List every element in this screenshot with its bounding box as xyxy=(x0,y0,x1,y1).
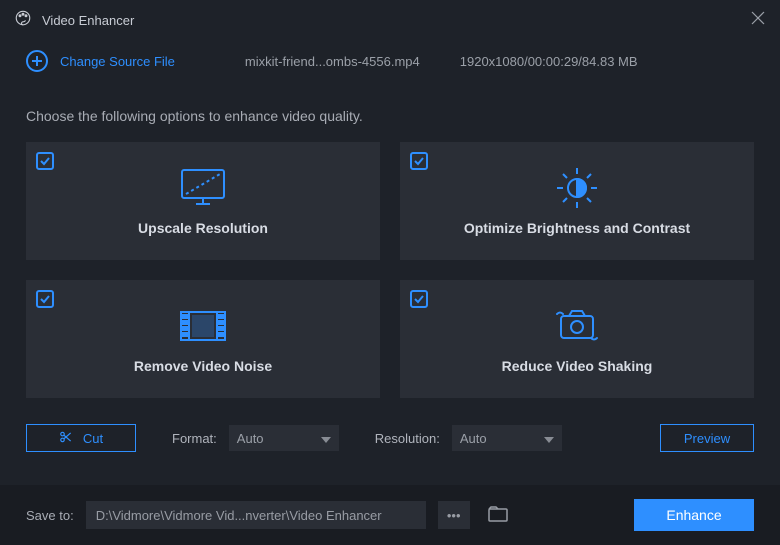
filmstrip-icon xyxy=(177,304,229,348)
scissors-icon xyxy=(59,430,73,447)
controls-row: Cut Format: Auto Resolution: Auto Previe… xyxy=(26,424,754,452)
palette-icon xyxy=(14,9,32,32)
camera-shake-icon xyxy=(551,304,603,348)
noise-label: Remove Video Noise xyxy=(134,358,272,374)
format-label: Format: xyxy=(172,431,217,446)
enhance-label: Enhance xyxy=(666,507,721,523)
cut-button[interactable]: Cut xyxy=(26,424,136,452)
resolution-value: Auto xyxy=(460,431,487,446)
preview-button[interactable]: Preview xyxy=(660,424,754,452)
upscale-resolution-card[interactable]: Upscale Resolution xyxy=(26,142,380,260)
save-path-field[interactable]: D:\Vidmore\Vidmore Vid...nverter\Video E… xyxy=(86,501,426,529)
open-folder-button[interactable] xyxy=(482,501,514,529)
brightness-checkbox[interactable] xyxy=(410,152,428,170)
source-info: 1920x1080/00:00:29/84.83 MB xyxy=(460,54,638,69)
close-icon[interactable] xyxy=(750,10,766,31)
cut-label: Cut xyxy=(83,431,103,446)
remove-noise-card[interactable]: Remove Video Noise xyxy=(26,280,380,398)
main-content: Change Source File mixkit-friend...ombs-… xyxy=(0,40,780,452)
footer: Save to: D:\Vidmore\Vidmore Vid...nverte… xyxy=(0,485,780,545)
resolution-label: Resolution: xyxy=(375,431,440,446)
folder-icon xyxy=(488,506,508,525)
upscale-checkbox[interactable] xyxy=(36,152,54,170)
upscale-label: Upscale Resolution xyxy=(138,220,268,236)
resolution-select[interactable]: Auto xyxy=(452,425,562,451)
format-value: Auto xyxy=(237,431,264,446)
save-path-text: D:\Vidmore\Vidmore Vid...nverter\Video E… xyxy=(96,508,382,523)
more-button[interactable]: ••• xyxy=(438,501,470,529)
format-select[interactable]: Auto xyxy=(229,425,339,451)
reduce-shaking-card[interactable]: Reduce Video Shaking xyxy=(400,280,754,398)
instruction-text: Choose the following options to enhance … xyxy=(26,90,754,142)
brightness-contrast-card[interactable]: Optimize Brightness and Contrast xyxy=(400,142,754,260)
preview-label: Preview xyxy=(684,431,730,446)
chevron-down-icon xyxy=(544,431,554,446)
save-to-label: Save to: xyxy=(26,508,74,523)
brightness-label: Optimize Brightness and Contrast xyxy=(464,220,690,236)
change-source-link[interactable]: Change Source File xyxy=(60,54,175,69)
enhance-button[interactable]: Enhance xyxy=(634,499,754,531)
brightness-icon xyxy=(553,166,601,210)
window-title: Video Enhancer xyxy=(42,13,134,28)
shaking-checkbox[interactable] xyxy=(410,290,428,308)
monitor-icon xyxy=(176,166,230,210)
chevron-down-icon xyxy=(321,431,331,446)
options-grid: Upscale Resolution Optimize Brightness a… xyxy=(26,142,754,398)
more-label: ••• xyxy=(447,508,461,523)
source-row: Change Source File mixkit-friend...ombs-… xyxy=(26,40,754,90)
source-filename: mixkit-friend...ombs-4556.mp4 xyxy=(245,54,420,69)
noise-checkbox[interactable] xyxy=(36,290,54,308)
shaking-label: Reduce Video Shaking xyxy=(502,358,653,374)
titlebar: Video Enhancer xyxy=(0,0,780,40)
add-source-button[interactable] xyxy=(26,50,48,72)
